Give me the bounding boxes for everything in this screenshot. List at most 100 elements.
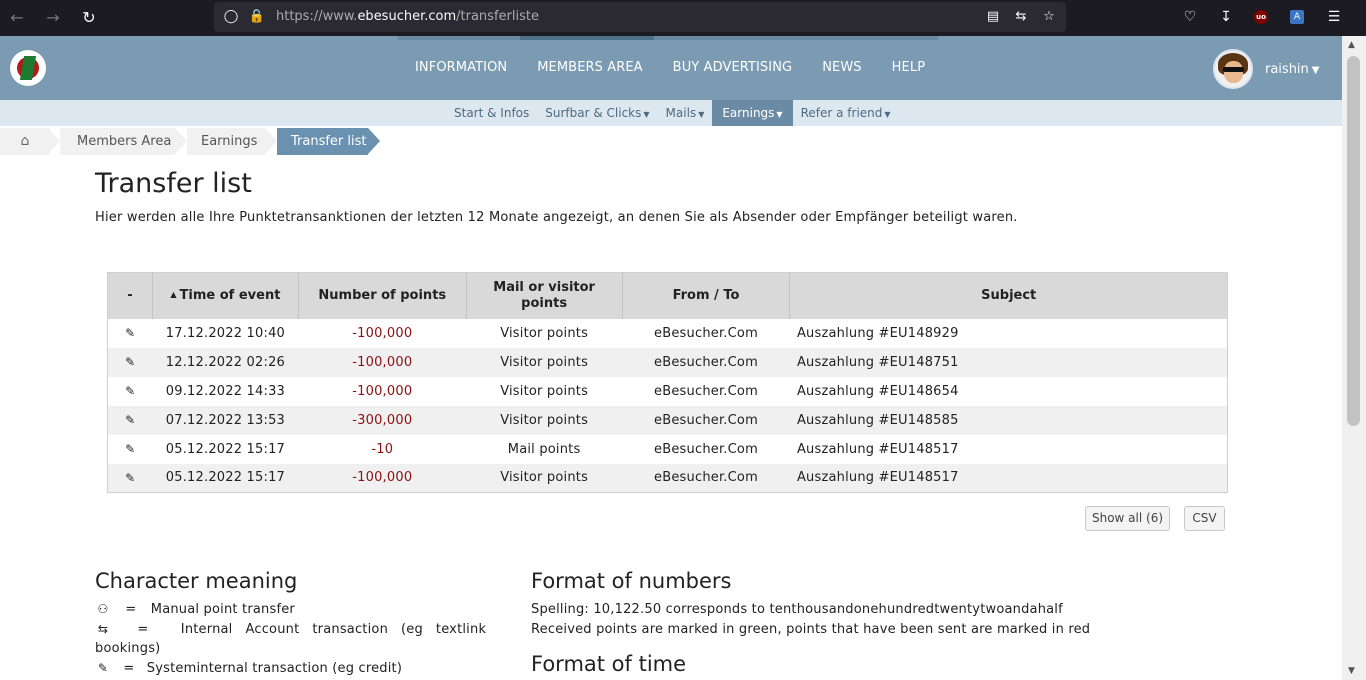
cell-type: Mail points bbox=[466, 434, 623, 464]
menu-icon[interactable]: ☰ bbox=[1324, 6, 1344, 28]
site-header: INFORMATION MEMBERS AREA BUY ADVERTISING… bbox=[0, 36, 1342, 100]
subnav-earnings[interactable]: Earnings ▼ bbox=[712, 100, 793, 126]
cell-type: Visitor points bbox=[466, 405, 623, 435]
cell-subject: Auszahlung #EU148585 bbox=[789, 405, 1228, 435]
breadcrumb-members-area[interactable]: Members Area bbox=[60, 128, 175, 155]
format-numbers-spelling: Spelling: 10,122.50 corresponds to tenth… bbox=[531, 602, 1063, 617]
crumb-separator bbox=[265, 128, 277, 154]
lock-icon[interactable]: 🔒 bbox=[248, 8, 266, 26]
crumb-separator bbox=[48, 128, 60, 154]
url-bar[interactable]: ◯ 🔒 https://www.ebesucher.com/transferli… bbox=[214, 2, 1066, 32]
cell-points: -300,000 bbox=[298, 405, 467, 435]
cell-time: 17.12.2022 10:40 bbox=[152, 318, 299, 348]
user-menu[interactable]: raishin ▼ bbox=[1265, 62, 1320, 77]
back-icon[interactable]: ← bbox=[5, 6, 29, 30]
legend-text: Internal Account transaction (eg textlin… bbox=[180, 622, 487, 637]
subnav-label: Earnings bbox=[722, 106, 775, 120]
page-scrollbar[interactable]: ▲ ▼ bbox=[1342, 36, 1366, 680]
legend-systeminternal: ✎ = Systeminternal transaction (eg credi… bbox=[95, 661, 402, 676]
download-icon[interactable]: ↧ bbox=[1216, 6, 1236, 28]
col-mail-or-visitor-points[interactable]: Mail or visitor points bbox=[466, 272, 623, 319]
forward-icon[interactable]: → bbox=[41, 6, 65, 30]
nav-information[interactable]: INFORMATION bbox=[400, 36, 522, 100]
cell-time: 05.12.2022 15:17 bbox=[152, 463, 299, 493]
col-label: Time of event bbox=[179, 288, 281, 304]
caret-down-icon: ▼ bbox=[698, 110, 705, 119]
username: raishin bbox=[1265, 62, 1309, 77]
avatar[interactable] bbox=[1213, 49, 1253, 89]
pencil-icon: ✎ bbox=[107, 434, 153, 464]
cell-from-to: eBesucher.Com bbox=[622, 318, 790, 348]
url-prefix: https://www. bbox=[276, 9, 358, 24]
nav-buy-advertising[interactable]: BUY ADVERTISING bbox=[658, 36, 808, 100]
subnav-start-infos[interactable]: Start & Infos bbox=[446, 100, 537, 126]
legend-text: Manual point transfer bbox=[150, 602, 295, 617]
subnav-label: Surfbar & Clicks bbox=[545, 106, 642, 120]
translate-extension-icon[interactable]: A bbox=[1287, 6, 1307, 28]
browser-toolbar: ← → ↻ ◯ 🔒 https://www.ebesucher.com/tran… bbox=[0, 0, 1366, 36]
site-logo[interactable] bbox=[10, 50, 46, 86]
nav-news[interactable]: NEWS bbox=[807, 36, 876, 100]
cell-type: Visitor points bbox=[466, 376, 623, 406]
translate-page-icon[interactable]: ⇆ bbox=[1012, 8, 1030, 26]
internal-transfer-icon: ⇆ bbox=[97, 622, 109, 636]
ublock-label: uo bbox=[1254, 10, 1268, 24]
nav-members-area[interactable]: MEMBERS AREA bbox=[522, 36, 657, 100]
nav-help[interactable]: HELP bbox=[877, 36, 940, 100]
subnav-refer-a-friend[interactable]: Refer a friend ▼ bbox=[793, 100, 899, 126]
ublock-icon[interactable]: uo bbox=[1251, 6, 1271, 28]
avatar-glasses bbox=[1223, 67, 1244, 72]
legend-manual-transfer: ⚇ = Manual point transfer bbox=[95, 602, 295, 617]
bookmark-star-icon[interactable]: ☆ bbox=[1040, 8, 1058, 26]
col-number-of-points[interactable]: Number of points bbox=[298, 272, 467, 319]
cell-time: 05.12.2022 15:17 bbox=[152, 434, 299, 464]
cell-from-to: eBesucher.Com bbox=[622, 463, 790, 493]
table-row: ✎ 12.12.2022 02:26 -100,000 Visitor poin… bbox=[107, 347, 1228, 377]
reader-view-icon[interactable]: ▤ bbox=[984, 8, 1002, 26]
table-row: ✎ 17.12.2022 10:40 -100,000 Visitor poin… bbox=[107, 318, 1228, 348]
format-time-title: Format of time bbox=[531, 652, 687, 676]
subnav-label: Mails bbox=[665, 106, 697, 120]
cell-time: 07.12.2022 13:53 bbox=[152, 405, 299, 435]
breadcrumb-earnings[interactable]: Earnings bbox=[187, 128, 265, 155]
reload-icon[interactable]: ↻ bbox=[77, 6, 101, 30]
show-all-button[interactable]: Show all (6) bbox=[1085, 506, 1170, 531]
cell-subject: Auszahlung #EU148654 bbox=[789, 376, 1228, 406]
chevron-down-icon: ▼ bbox=[1311, 65, 1320, 76]
col-icon: - bbox=[107, 272, 153, 319]
cell-points: -10 bbox=[298, 434, 467, 464]
pocket-icon[interactable]: ♡ bbox=[1180, 6, 1200, 28]
col-subject[interactable]: Subject bbox=[789, 272, 1228, 319]
url-text[interactable]: https://www.ebesucher.com/transferliste bbox=[276, 9, 539, 24]
pencil-icon: ✎ bbox=[97, 661, 109, 675]
format-numbers-title: Format of numbers bbox=[531, 569, 732, 593]
table-row: ✎ 05.12.2022 15:17 -100,000 Visitor poin… bbox=[107, 463, 1228, 493]
breadcrumb: ⌂ Members Area Earnings Transfer list bbox=[0, 128, 1342, 155]
legend-internal-transaction-cont: bookings) bbox=[95, 641, 161, 656]
legend-internal-transaction: ⇆ = Internal Account transaction (eg tex… bbox=[95, 622, 486, 637]
transfer-table: - ▲ Time of event Number of points Mail o… bbox=[107, 272, 1228, 493]
page-description: Hier werden alle Ihre Punktetransanktion… bbox=[95, 210, 1018, 225]
shield-icon[interactable]: ◯ bbox=[222, 8, 240, 26]
pencil-icon: ✎ bbox=[107, 463, 153, 493]
breadcrumb-transfer-list: Transfer list bbox=[277, 128, 368, 155]
pencil-icon: ✎ bbox=[107, 347, 153, 377]
scroll-down-icon[interactable]: ▼ bbox=[1348, 666, 1355, 676]
cell-from-to: eBesucher.Com bbox=[622, 347, 790, 377]
col-from-to[interactable]: From / To bbox=[622, 272, 791, 319]
col-time-of-event[interactable]: ▲ Time of event bbox=[152, 272, 299, 319]
pencil-icon: ✎ bbox=[107, 376, 153, 406]
subnav-mails[interactable]: Mails ▼ bbox=[658, 100, 713, 126]
sort-up-icon: ▲ bbox=[170, 290, 177, 300]
url-domain: ebesucher.com bbox=[357, 9, 457, 24]
legend-text: Systeminternal transaction (eg credit) bbox=[146, 661, 403, 676]
csv-button[interactable]: CSV bbox=[1184, 506, 1225, 531]
cell-subject: Auszahlung #EU148517 bbox=[789, 434, 1228, 464]
legend-sep: = bbox=[123, 661, 135, 676]
subnav-surfbar-clicks[interactable]: Surfbar & Clicks ▼ bbox=[537, 100, 657, 126]
cell-from-to: eBesucher.Com bbox=[622, 405, 790, 435]
table-row: ✎ 05.12.2022 15:17 -10 Mail points eBesu… bbox=[107, 434, 1228, 464]
scroll-thumb[interactable] bbox=[1347, 56, 1360, 426]
scroll-up-icon[interactable]: ▲ bbox=[1348, 40, 1355, 50]
home-icon[interactable]: ⌂ bbox=[0, 128, 50, 155]
